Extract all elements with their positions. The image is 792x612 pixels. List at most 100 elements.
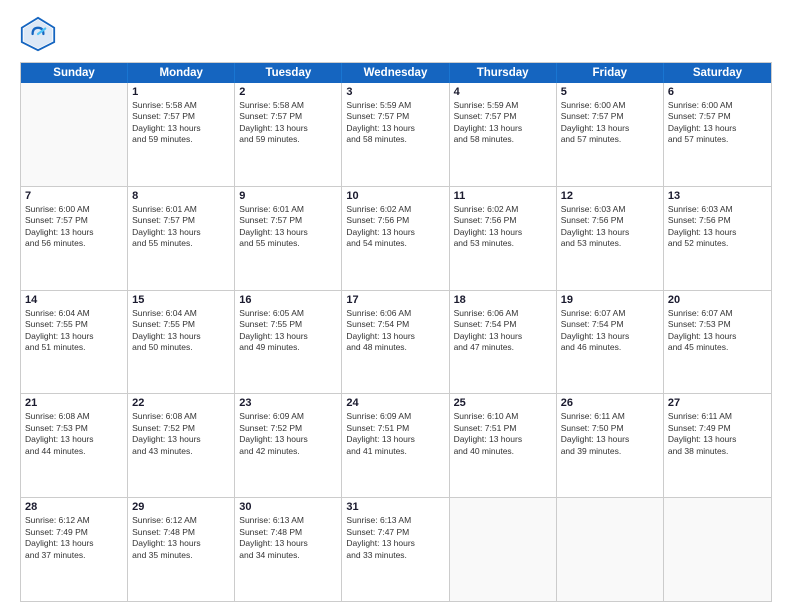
header-day-tuesday: Tuesday [235,63,342,83]
empty-cell-4-6 [664,498,771,601]
day-number: 8 [132,190,230,202]
empty-cell-4-5 [557,498,664,601]
day-number: 19 [561,294,659,306]
day-info: Sunrise: 5:58 AM Sunset: 7:57 PM Dayligh… [239,100,337,146]
day-number: 1 [132,86,230,98]
day-info: Sunrise: 6:09 AM Sunset: 7:52 PM Dayligh… [239,411,337,457]
day-number: 13 [668,190,767,202]
day-cell-30: 30 Sunrise: 6:13 AM Sunset: 7:48 PM Dayli… [235,498,342,601]
day-info: Sunrise: 6:04 AM Sunset: 7:55 PM Dayligh… [132,308,230,354]
day-cell-12: 12 Sunrise: 6:03 AM Sunset: 7:56 PM Dayli… [557,187,664,290]
day-info: Sunrise: 6:03 AM Sunset: 7:56 PM Dayligh… [561,204,659,250]
page: SundayMondayTuesdayWednesdayThursdayFrid… [0,0,792,612]
day-cell-8: 8 Sunrise: 6:01 AM Sunset: 7:57 PM Daylig… [128,187,235,290]
day-cell-3: 3 Sunrise: 5:59 AM Sunset: 7:57 PM Daylig… [342,83,449,186]
calendar-row-3: 21 Sunrise: 6:08 AM Sunset: 7:53 PM Dayli… [21,393,771,497]
logo-icon [20,16,56,52]
header-day-monday: Monday [128,63,235,83]
day-number: 11 [454,190,552,202]
day-info: Sunrise: 6:01 AM Sunset: 7:57 PM Dayligh… [132,204,230,250]
day-info: Sunrise: 6:00 AM Sunset: 7:57 PM Dayligh… [668,100,767,146]
day-cell-22: 22 Sunrise: 6:08 AM Sunset: 7:52 PM Dayli… [128,394,235,497]
calendar: SundayMondayTuesdayWednesdayThursdayFrid… [20,62,772,602]
logo [20,16,60,52]
calendar-row-2: 14 Sunrise: 6:04 AM Sunset: 7:55 PM Dayli… [21,290,771,394]
day-cell-9: 9 Sunrise: 6:01 AM Sunset: 7:57 PM Daylig… [235,187,342,290]
day-number: 18 [454,294,552,306]
day-cell-1: 1Sunrise: 5:58 AM Sunset: 7:57 PM Daylig… [128,83,235,186]
day-info: Sunrise: 6:00 AM Sunset: 7:57 PM Dayligh… [25,204,123,250]
day-info: Sunrise: 6:08 AM Sunset: 7:52 PM Dayligh… [132,411,230,457]
day-number: 15 [132,294,230,306]
day-cell-25: 25 Sunrise: 6:10 AM Sunset: 7:51 PM Dayli… [450,394,557,497]
day-info: Sunrise: 6:05 AM Sunset: 7:55 PM Dayligh… [239,308,337,354]
day-info: Sunrise: 6:11 AM Sunset: 7:50 PM Dayligh… [561,411,659,457]
day-info: Sunrise: 6:07 AM Sunset: 7:53 PM Dayligh… [668,308,767,354]
header-day-wednesday: Wednesday [342,63,449,83]
day-number: 6 [668,86,767,98]
day-info: Sunrise: 6:12 AM Sunset: 7:49 PM Dayligh… [25,515,123,561]
day-cell-21: 21 Sunrise: 6:08 AM Sunset: 7:53 PM Dayli… [21,394,128,497]
empty-cell-0-0 [21,83,128,186]
day-info: Sunrise: 6:03 AM Sunset: 7:56 PM Dayligh… [668,204,767,250]
day-cell-23: 23 Sunrise: 6:09 AM Sunset: 7:52 PM Dayli… [235,394,342,497]
day-info: Sunrise: 6:13 AM Sunset: 7:47 PM Dayligh… [346,515,444,561]
day-info: Sunrise: 6:09 AM Sunset: 7:51 PM Dayligh… [346,411,444,457]
day-number: 3 [346,86,444,98]
day-number: 25 [454,397,552,409]
day-cell-6: 6 Sunrise: 6:00 AM Sunset: 7:57 PM Daylig… [664,83,771,186]
day-info: Sunrise: 5:59 AM Sunset: 7:57 PM Dayligh… [454,100,552,146]
day-number: 20 [668,294,767,306]
day-number: 4 [454,86,552,98]
day-info: Sunrise: 6:02 AM Sunset: 7:56 PM Dayligh… [454,204,552,250]
day-number: 2 [239,86,337,98]
day-number: 17 [346,294,444,306]
day-cell-20: 20 Sunrise: 6:07 AM Sunset: 7:53 PM Dayli… [664,291,771,394]
header [20,16,772,52]
day-info: Sunrise: 6:10 AM Sunset: 7:51 PM Dayligh… [454,411,552,457]
day-number: 12 [561,190,659,202]
day-number: 31 [346,501,444,513]
day-number: 9 [239,190,337,202]
day-info: Sunrise: 6:12 AM Sunset: 7:48 PM Dayligh… [132,515,230,561]
day-cell-5: 5 Sunrise: 6:00 AM Sunset: 7:57 PM Daylig… [557,83,664,186]
day-cell-2: 2 Sunrise: 5:58 AM Sunset: 7:57 PM Daylig… [235,83,342,186]
day-info: Sunrise: 6:13 AM Sunset: 7:48 PM Dayligh… [239,515,337,561]
day-info: Sunrise: 6:01 AM Sunset: 7:57 PM Dayligh… [239,204,337,250]
day-number: 21 [25,397,123,409]
day-cell-11: 11 Sunrise: 6:02 AM Sunset: 7:56 PM Dayli… [450,187,557,290]
day-info: Sunrise: 6:04 AM Sunset: 7:55 PM Dayligh… [25,308,123,354]
header-day-thursday: Thursday [450,63,557,83]
day-number: 7 [25,190,123,202]
calendar-header: SundayMondayTuesdayWednesdayThursdayFrid… [21,63,771,83]
day-info: Sunrise: 6:00 AM Sunset: 7:57 PM Dayligh… [561,100,659,146]
day-info: Sunrise: 6:08 AM Sunset: 7:53 PM Dayligh… [25,411,123,457]
day-cell-26: 26Sunrise: 6:11 AM Sunset: 7:50 PM Dayli… [557,394,664,497]
day-cell-28: 28Sunrise: 6:12 AM Sunset: 7:49 PM Dayli… [21,498,128,601]
day-cell-14: 14 Sunrise: 6:04 AM Sunset: 7:55 PM Dayli… [21,291,128,394]
day-cell-16: 16Sunrise: 6:05 AM Sunset: 7:55 PM Dayli… [235,291,342,394]
day-info: Sunrise: 6:07 AM Sunset: 7:54 PM Dayligh… [561,308,659,354]
day-cell-29: 29 Sunrise: 6:12 AM Sunset: 7:48 PM Dayli… [128,498,235,601]
day-cell-24: 24 Sunrise: 6:09 AM Sunset: 7:51 PM Dayli… [342,394,449,497]
day-number: 23 [239,397,337,409]
calendar-row-0: 1 Sunrise: 5:58 AM Sunset: 7:57 PM Daylig… [21,83,771,186]
day-cell-13: 13 Sunrise: 6:03 AM Sunset: 7:56 PM Dayli… [664,187,771,290]
day-info: Sunrise: 6:06 AM Sunset: 7:54 PM Dayligh… [454,308,552,354]
calendar-body: 1 Sunrise: 5:58 AM Sunset: 7:57 PM Daylig… [21,83,771,601]
day-cell-10: 10Sunrise: 6:02 AM Sunset: 7:56 PM Dayli… [342,187,449,290]
header-day-friday: Friday [557,63,664,83]
day-number: 30 [239,501,337,513]
day-number: 22 [132,397,230,409]
day-number: 24 [346,397,444,409]
day-info: Sunrise: 5:59 AM Sunset: 7:57 PM Dayligh… [346,100,444,146]
day-cell-15: 15 Sunrise: 6:04 AM Sunset: 7:55 PM Dayli… [128,291,235,394]
day-cell-18: 18 Sunrise: 6:06 AM Sunset: 7:54 PM Dayli… [450,291,557,394]
day-cell-7: 7 Sunrise: 6:00 AM Sunset: 7:57 PM Daylig… [21,187,128,290]
day-number: 5 [561,86,659,98]
header-day-sunday: Sunday [21,63,128,83]
day-cell-27: 27Sunrise: 6:11 AM Sunset: 7:49 PM Dayli… [664,394,771,497]
day-number: 29 [132,501,230,513]
day-number: 14 [25,294,123,306]
day-cell-4: 4 Sunrise: 5:59 AM Sunset: 7:57 PM Daylig… [450,83,557,186]
